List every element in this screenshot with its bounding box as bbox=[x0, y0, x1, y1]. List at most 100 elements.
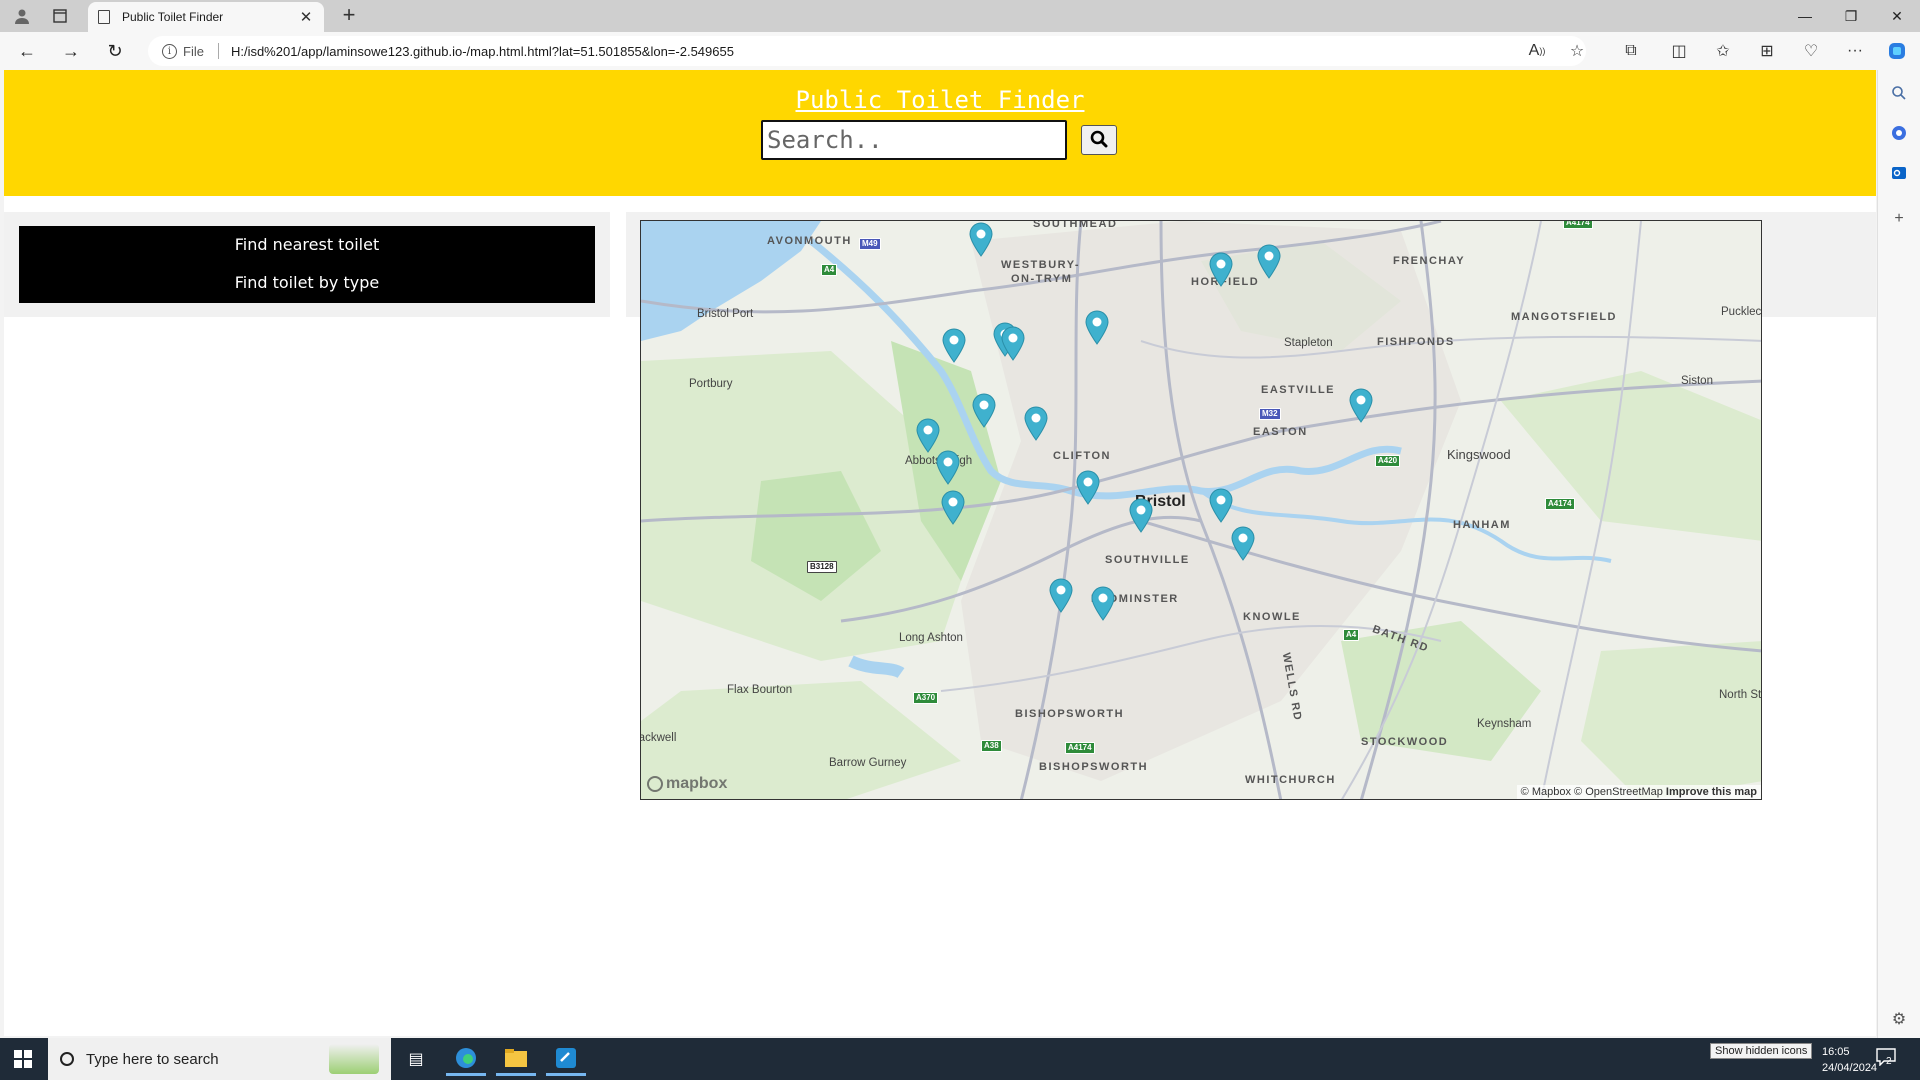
toilet-marker-pin[interactable] bbox=[968, 221, 994, 257]
map-label: FISHPONDS bbox=[1377, 336, 1455, 348]
toilet-marker-pin[interactable] bbox=[1090, 585, 1116, 621]
toilet-marker-pin[interactable] bbox=[1208, 251, 1234, 287]
favorites-icon[interactable]: ✩ bbox=[1708, 38, 1738, 64]
collections-icon[interactable]: ⊞ bbox=[1752, 38, 1782, 64]
mapbox-logo-icon bbox=[647, 776, 663, 792]
mapbox-logo[interactable]: mapbox bbox=[647, 775, 727, 793]
vscode-taskbar-icon[interactable] bbox=[546, 1042, 586, 1076]
split-screen-icon[interactable]: ◫ bbox=[1664, 38, 1694, 64]
refresh-icon[interactable]: ↻ bbox=[100, 38, 130, 64]
microsoft-365-icon[interactable] bbox=[1886, 120, 1912, 146]
task-view-icon[interactable]: ▤ bbox=[396, 1042, 436, 1076]
taskbar-search-box[interactable]: Type here to search bbox=[48, 1038, 391, 1080]
tab-public-toilet-finder[interactable]: Public Toilet Finder ✕ bbox=[88, 2, 324, 32]
map-label: Pucklechurch bbox=[1721, 306, 1762, 318]
attribution-osm-link[interactable]: © OpenStreetMap bbox=[1574, 786, 1663, 798]
map-label: Barrow Gurney bbox=[829, 757, 907, 769]
sidebar-settings-gear-icon[interactable]: ⚙ bbox=[1886, 1006, 1912, 1032]
url-text[interactable]: H:/isd%201/app/laminsowe123.github.io-/m… bbox=[231, 44, 734, 59]
file-explorer-icon[interactable] bbox=[496, 1042, 536, 1076]
close-tab-icon[interactable]: ✕ bbox=[298, 8, 314, 26]
taskbar-clock[interactable]: 16:05 24/04/2024 bbox=[1822, 1044, 1877, 1076]
search-icon bbox=[60, 1052, 74, 1066]
road-shield: A4 bbox=[1343, 629, 1360, 641]
map-label: WESTBURY- bbox=[1001, 259, 1081, 271]
windows-taskbar: Type here to search ▤ bbox=[0, 1038, 1920, 1080]
map-label: KNOWLE bbox=[1243, 611, 1301, 623]
minimize-button[interactable]: — bbox=[1782, 0, 1828, 32]
edge-taskbar-icon[interactable] bbox=[446, 1042, 486, 1076]
address-bar[interactable]: i File H:/isd%201/app/laminsowe123.githu… bbox=[148, 36, 1586, 66]
toilet-marker-pin[interactable] bbox=[1230, 525, 1256, 561]
info-icon[interactable]: i bbox=[162, 43, 177, 59]
find-nearest-toilet-button[interactable]: Find nearest toilet bbox=[19, 226, 595, 264]
map-attribution: © Mapbox © OpenStreetMap Improve this ma… bbox=[1516, 785, 1761, 799]
forward-icon[interactable]: → bbox=[56, 38, 86, 64]
road-shield: M32 bbox=[1259, 408, 1281, 420]
restore-button[interactable]: ❐ bbox=[1828, 0, 1874, 32]
back-icon[interactable]: ← bbox=[12, 38, 42, 64]
map-label: SOUTHVILLE bbox=[1105, 554, 1190, 566]
favorite-star-icon[interactable]: ☆ bbox=[1562, 38, 1592, 64]
map[interactable]: SOUTHMEAD AVONMOUTH WESTBURY- ON-TRYM HO… bbox=[640, 220, 1762, 800]
map-label: Backwell bbox=[641, 732, 677, 744]
start-button[interactable] bbox=[0, 1038, 46, 1080]
map-base-layer bbox=[641, 221, 1761, 799]
road-shield: B3128 bbox=[807, 561, 837, 573]
close-window-button[interactable]: ✕ bbox=[1874, 0, 1920, 32]
toilet-menu: Find nearest toilet Find toilet by type bbox=[19, 226, 595, 303]
divider bbox=[217, 43, 219, 59]
toilet-marker-pin[interactable] bbox=[1084, 309, 1110, 345]
improve-map-link[interactable]: Improve this map bbox=[1666, 786, 1757, 798]
search-input[interactable] bbox=[761, 120, 1067, 160]
toilet-marker-pin[interactable] bbox=[1048, 577, 1074, 613]
clock-date: 24/04/2024 bbox=[1822, 1062, 1878, 1074]
profile-icon[interactable] bbox=[8, 4, 36, 28]
toilet-marker-pin[interactable] bbox=[935, 449, 961, 485]
road-shield: A370 bbox=[913, 692, 939, 704]
search-icon[interactable] bbox=[1886, 80, 1912, 106]
read-aloud-icon[interactable]: A)) bbox=[1522, 38, 1552, 64]
search-button[interactable] bbox=[1081, 125, 1117, 155]
browser-essentials-icon[interactable]: ♡ bbox=[1796, 38, 1826, 64]
road-shield: A4174 bbox=[1065, 742, 1095, 754]
map-label: MANGOTSFIELD bbox=[1511, 311, 1617, 323]
map-label: HANHAM bbox=[1453, 519, 1511, 531]
tab-actions-icon[interactable] bbox=[46, 4, 74, 28]
map-label: BISHOPSWORTH bbox=[1015, 708, 1125, 720]
toilet-marker-pin[interactable] bbox=[941, 327, 967, 363]
road-shield: M49 bbox=[859, 238, 881, 250]
map-label: STOCKWOOD bbox=[1361, 736, 1449, 748]
toilet-marker-pin[interactable] bbox=[940, 489, 966, 525]
new-tab-button[interactable]: + bbox=[336, 4, 362, 28]
notification-center-icon[interactable]: 2 bbox=[1876, 1048, 1902, 1070]
map-label: Flax Bourton bbox=[727, 684, 793, 696]
toilet-marker-pin[interactable] bbox=[1075, 469, 1101, 505]
copilot-icon[interactable] bbox=[1882, 38, 1912, 64]
map-label: BISHOPSWORTH bbox=[1039, 761, 1149, 773]
page-icon bbox=[98, 10, 110, 24]
search-form bbox=[761, 120, 1117, 160]
clock-time: 16:05 bbox=[1822, 1046, 1850, 1058]
road-shield: A4 bbox=[821, 264, 838, 276]
notification-count: 2 bbox=[1886, 1056, 1892, 1067]
extensions-icon[interactable]: ⧉ bbox=[1616, 38, 1646, 64]
map-label: AVONMOUTH bbox=[767, 235, 852, 247]
toilet-marker-pin[interactable] bbox=[1023, 405, 1049, 441]
toilet-marker-pin[interactable] bbox=[1208, 487, 1234, 523]
page-title-link[interactable]: Public Toilet Finder bbox=[4, 86, 1876, 114]
toilet-marker-pin[interactable] bbox=[1256, 243, 1282, 279]
toilet-marker-pin[interactable] bbox=[971, 392, 997, 428]
add-icon[interactable]: + bbox=[1886, 206, 1912, 232]
toilet-marker-pin[interactable] bbox=[1128, 497, 1154, 533]
sidebar-panel: Find nearest toilet Find toilet by type bbox=[4, 212, 610, 317]
attribution-mapbox-link[interactable]: © Mapbox bbox=[1521, 786, 1571, 798]
settings-more-icon[interactable]: ··· bbox=[1840, 38, 1870, 64]
map-label: Keynsham bbox=[1477, 718, 1532, 730]
toilet-marker-pin[interactable] bbox=[915, 417, 941, 453]
outlook-icon[interactable] bbox=[1886, 160, 1912, 186]
find-toilet-by-type-button[interactable]: Find toilet by type bbox=[19, 264, 595, 302]
toilet-marker-pin[interactable] bbox=[1348, 387, 1374, 423]
site-header: Public Toilet Finder bbox=[4, 70, 1876, 196]
toilet-marker-pin[interactable] bbox=[1000, 325, 1026, 361]
